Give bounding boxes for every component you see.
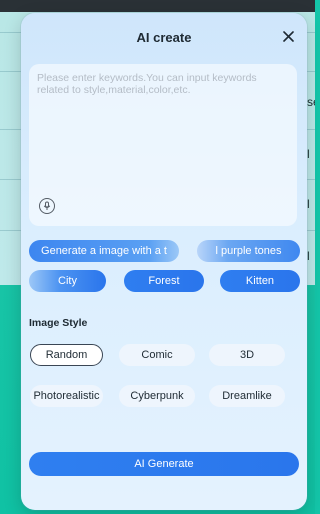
style-option-3d[interactable]: 3D	[209, 344, 285, 366]
close-button[interactable]	[277, 25, 299, 47]
dialog-title: AI create	[136, 30, 192, 45]
ai-generate-button[interactable]: AI Generate	[29, 452, 299, 476]
style-option-comic[interactable]: Comic	[119, 344, 195, 366]
background-label: l	[307, 197, 310, 211]
style-option-photorealistic[interactable]: Photorealistic	[30, 385, 103, 407]
voice-input-button[interactable]	[39, 198, 55, 214]
background-label: se	[307, 95, 315, 109]
background-label: l	[307, 147, 310, 161]
ai-create-dialog: AI create Generate a image with a t l pu…	[21, 13, 307, 510]
microphone-icon	[43, 201, 51, 210]
style-option-random[interactable]: Random	[30, 344, 103, 366]
suggestion-chip[interactable]: Generate a image with a t	[29, 240, 179, 262]
keyword-input[interactable]	[29, 64, 297, 194]
style-option-dreamlike[interactable]: Dreamlike	[209, 385, 285, 407]
keyword-input-box	[29, 64, 297, 226]
image-style-label: Image Style	[29, 317, 88, 329]
style-option-cyberpunk[interactable]: Cyberpunk	[119, 385, 195, 407]
tag-kitten[interactable]: Kitten	[220, 270, 300, 292]
tag-forest[interactable]: Forest	[124, 270, 204, 292]
close-icon	[282, 30, 294, 42]
suggestion-chip[interactable]: l purple tones	[197, 240, 300, 262]
tag-city[interactable]: City	[29, 270, 106, 292]
background-label: l	[307, 249, 310, 263]
